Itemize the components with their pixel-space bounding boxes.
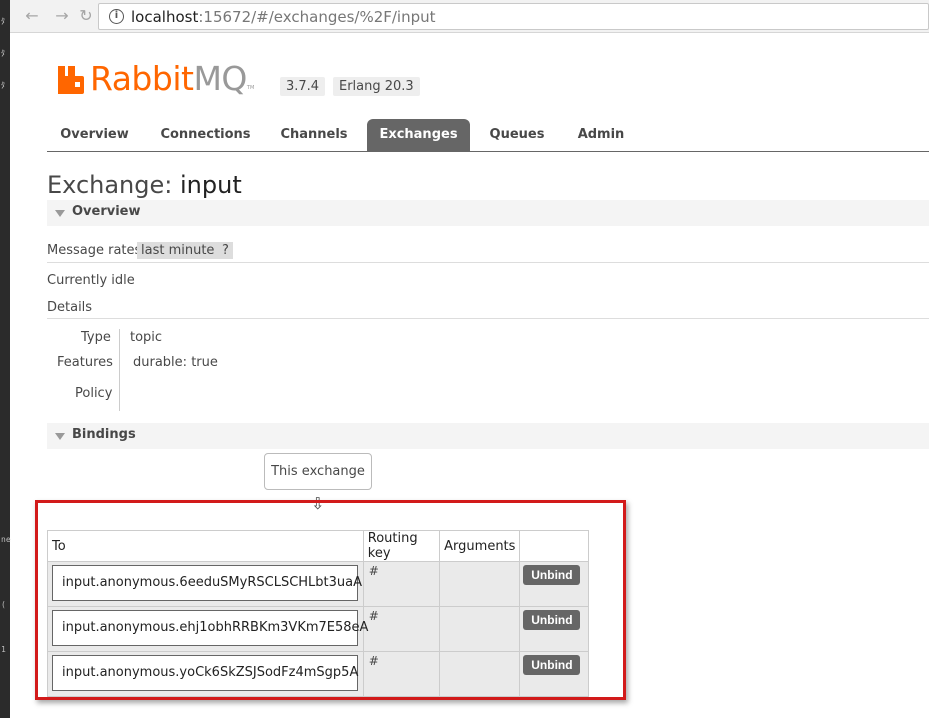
this-exchange-box: This exchange xyxy=(264,453,372,490)
bindings-table: To Routing key Arguments input.anonymous… xyxy=(47,530,589,697)
reload-icon[interactable]: ↻ xyxy=(76,6,96,26)
address-bar[interactable]: i localhost:15672/#/exchanges/%2F/input xyxy=(98,3,929,30)
table-row: input.anonymous.6eeduSMyRSCLSCHLbt3uaA #… xyxy=(47,561,589,607)
overview-section-title: Overview xyxy=(72,204,141,219)
unbind-button[interactable]: Unbind xyxy=(523,565,581,585)
routing-key-value: # xyxy=(368,609,379,623)
details-separator xyxy=(119,329,120,411)
type-value: topic xyxy=(130,330,163,345)
tab-admin[interactable]: Admin xyxy=(570,119,632,151)
column-header-actions xyxy=(519,530,589,562)
column-header-to: To xyxy=(47,530,364,562)
page-title: Exchange: input xyxy=(47,171,242,199)
version-badge: 3.7.4 xyxy=(280,77,326,96)
rabbitmq-logo[interactable]: RabbitMQ TM xyxy=(58,61,254,97)
url-text[interactable]: localhost:15672/#/exchanges/%2F/input xyxy=(131,8,436,26)
message-rates-label: Message rates xyxy=(47,243,142,258)
table-header-row: To Routing key Arguments xyxy=(47,530,589,562)
tab-connections[interactable]: Connections xyxy=(154,119,257,151)
table-row: input.anonymous.yoCk6SkZSJSodFz4mSgp5A #… xyxy=(47,651,589,697)
tab-queues[interactable]: Queues xyxy=(482,119,552,151)
arguments-cell xyxy=(439,561,521,607)
feature-durable: durable: true xyxy=(133,355,218,370)
details-label: Details xyxy=(47,300,93,315)
tab-exchanges[interactable]: Exchanges xyxy=(367,119,470,151)
features-label: Features xyxy=(57,355,113,370)
collapse-triangle-icon xyxy=(55,433,65,440)
arguments-cell xyxy=(439,606,521,652)
divider xyxy=(47,262,929,263)
info-icon[interactable]: i xyxy=(109,9,124,24)
divider xyxy=(47,318,929,319)
trademark-mark: TM xyxy=(246,85,255,91)
help-button[interactable]: ? xyxy=(218,242,233,259)
column-header-routing-key: Routing key xyxy=(362,530,441,562)
browser-toolbar: ← → ↻ i localhost:15672/#/exchanges/%2F/… xyxy=(10,0,929,33)
tab-channels[interactable]: Channels xyxy=(271,119,357,151)
desktop-left-edge: ﾀﾀﾀ ne(1 xyxy=(0,0,11,718)
destination-queue-link[interactable]: input.anonymous.yoCk6SkZSJSodFz4mSgp5A xyxy=(52,655,358,691)
main-nav-tabs: Overview Connections Channels Exchanges … xyxy=(47,119,929,152)
erlang-badge: Erlang 20.3 xyxy=(333,77,420,96)
arguments-cell xyxy=(439,651,521,697)
unbind-button[interactable]: Unbind xyxy=(523,655,581,675)
back-arrow-icon[interactable]: ← xyxy=(22,6,42,26)
policy-label: Policy xyxy=(75,386,113,401)
tab-overview[interactable]: Overview xyxy=(47,119,142,151)
logo-wordmark: RabbitMQ xyxy=(90,59,247,98)
column-header-arguments: Arguments xyxy=(439,530,521,562)
forward-arrow-icon[interactable]: → xyxy=(52,6,72,26)
rabbit-logo-icon xyxy=(58,64,84,94)
routing-key-value: # xyxy=(368,654,379,668)
bindings-section-title: Bindings xyxy=(72,427,136,442)
routing-key-value: # xyxy=(368,564,379,578)
destination-queue-link[interactable]: input.anonymous.6eeduSMyRSCLSCHLbt3uaA xyxy=(52,565,362,601)
overview-section-header[interactable]: Overview xyxy=(47,200,929,226)
destination-queue-link[interactable]: input.anonymous.ehj1obhRRBKm3VKm7E58eA xyxy=(52,610,368,646)
table-row: input.anonymous.ehj1obhRRBKm3VKm7E58eA #… xyxy=(47,606,589,652)
status-text: Currently idle xyxy=(47,273,135,288)
rates-period-selector[interactable]: last minute xyxy=(137,242,219,259)
collapse-triangle-icon xyxy=(55,210,65,217)
bindings-section-header[interactable]: Bindings xyxy=(47,423,929,449)
unbind-button[interactable]: Unbind xyxy=(523,610,581,630)
type-label: Type xyxy=(81,330,111,345)
